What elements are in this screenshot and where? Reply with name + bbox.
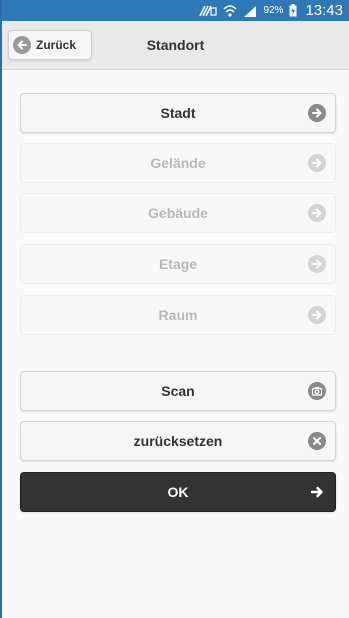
battery-charging-icon — [289, 4, 297, 17]
arrow-right-circle-icon — [308, 255, 326, 273]
wifi-icon — [223, 4, 237, 17]
arrow-right-circle-icon — [308, 104, 326, 122]
level-label: Raum — [158, 307, 198, 323]
arrow-right-circle-icon — [308, 306, 326, 324]
close-circle-icon — [308, 432, 326, 450]
clock: 13:43 — [305, 2, 343, 19]
arrow-right-circle-icon — [308, 154, 326, 172]
scan-button[interactable]: Scan — [20, 371, 336, 411]
ok-button-label: OK — [167, 484, 189, 500]
level-button-raum: Raum — [20, 295, 336, 335]
level-label: Gelände — [150, 155, 206, 171]
arrow-right-icon — [308, 483, 326, 501]
reset-button[interactable]: zurücksetzen — [20, 421, 336, 461]
camera-icon — [308, 382, 326, 400]
level-button-gebaeude: Gebäude — [20, 193, 336, 233]
page-title: Standort — [146, 37, 205, 53]
ok-button[interactable]: OK — [20, 472, 336, 512]
level-label: Stadt — [160, 105, 196, 121]
scan-button-label: Scan — [161, 383, 195, 399]
level-button-gelaende: Gelände — [20, 143, 336, 183]
arrow-left-circle-icon — [13, 36, 31, 54]
back-button[interactable]: Zurück — [8, 30, 92, 60]
no-sim-icon — [199, 5, 218, 17]
arrow-right-circle-icon — [308, 204, 326, 222]
signal-icon — [243, 5, 257, 17]
level-button-stadt[interactable]: Stadt — [20, 93, 336, 133]
level-button-etage: Etage — [20, 244, 336, 284]
back-button-label: Zurück — [36, 38, 77, 52]
battery-percent: 92% — [263, 5, 284, 16]
level-label: Gebäude — [148, 205, 208, 221]
level-label: Etage — [158, 256, 198, 272]
status-bar: 92% 13:43 — [2, 0, 349, 21]
reset-button-label: zurücksetzen — [133, 433, 223, 449]
